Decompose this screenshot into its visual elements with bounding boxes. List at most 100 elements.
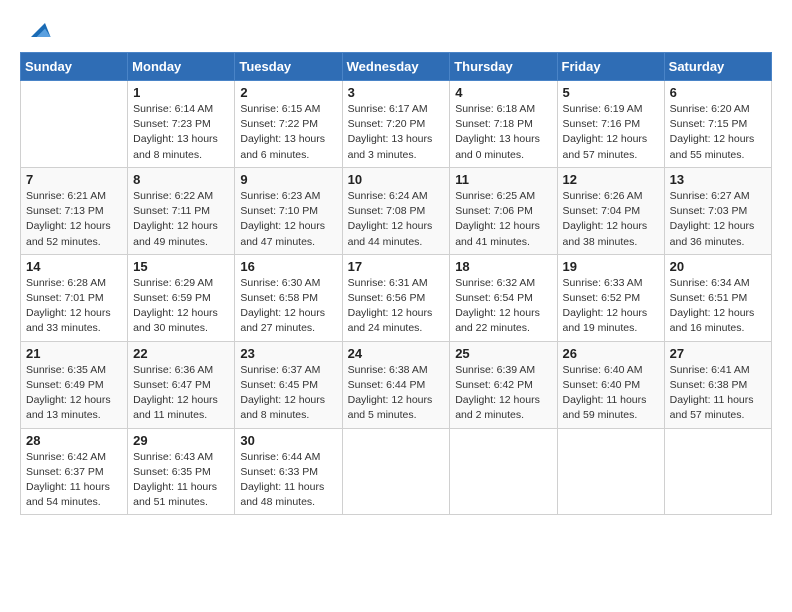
calendar-week-1: 1 Sunrise: 6:14 AMSunset: 7:23 PMDaylight… bbox=[21, 81, 772, 168]
day-info: Sunrise: 6:27 AMSunset: 7:03 PMDaylight:… bbox=[670, 189, 766, 250]
logo-icon bbox=[24, 16, 52, 44]
calendar-cell: 30 Sunrise: 6:44 AMSunset: 6:33 PMDayligh… bbox=[235, 428, 342, 515]
day-info: Sunrise: 6:32 AMSunset: 6:54 PMDaylight:… bbox=[455, 276, 551, 337]
calendar-header-sunday: Sunday bbox=[21, 53, 128, 81]
day-number: 25 bbox=[455, 346, 551, 361]
day-info: Sunrise: 6:19 AMSunset: 7:16 PMDaylight:… bbox=[563, 102, 659, 163]
day-number: 29 bbox=[133, 433, 229, 448]
calendar-cell: 5 Sunrise: 6:19 AMSunset: 7:16 PMDaylight… bbox=[557, 81, 664, 168]
day-info: Sunrise: 6:20 AMSunset: 7:15 PMDaylight:… bbox=[670, 102, 766, 163]
calendar-cell: 12 Sunrise: 6:26 AMSunset: 7:04 PMDayligh… bbox=[557, 167, 664, 254]
calendar-cell: 28Sunrise: 6:42 AMSunset: 6:37 PMDayligh… bbox=[21, 428, 128, 515]
calendar-cell: 27Sunrise: 6:41 AMSunset: 6:38 PMDayligh… bbox=[664, 341, 771, 428]
day-info: Sunrise: 6:23 AMSunset: 7:10 PMDaylight:… bbox=[240, 189, 336, 250]
calendar-cell: 24 Sunrise: 6:38 AMSunset: 6:44 PMDayligh… bbox=[342, 341, 450, 428]
calendar-cell: 1 Sunrise: 6:14 AMSunset: 7:23 PMDaylight… bbox=[128, 81, 235, 168]
calendar-week-5: 28Sunrise: 6:42 AMSunset: 6:37 PMDayligh… bbox=[21, 428, 772, 515]
calendar-cell: 11 Sunrise: 6:25 AMSunset: 7:06 PMDayligh… bbox=[450, 167, 557, 254]
day-info: Sunrise: 6:17 AMSunset: 7:20 PMDaylight:… bbox=[348, 102, 445, 163]
calendar-week-4: 21Sunrise: 6:35 AMSunset: 6:49 PMDayligh… bbox=[21, 341, 772, 428]
day-info: Sunrise: 6:15 AMSunset: 7:22 PMDaylight:… bbox=[240, 102, 336, 163]
day-info: Sunrise: 6:39 AMSunset: 6:42 PMDaylight:… bbox=[455, 363, 551, 424]
day-number: 14 bbox=[26, 259, 122, 274]
logo bbox=[20, 16, 52, 44]
calendar-cell: 4 Sunrise: 6:18 AMSunset: 7:18 PMDaylight… bbox=[450, 81, 557, 168]
calendar-cell: 15 Sunrise: 6:29 AMSunset: 6:59 PMDayligh… bbox=[128, 254, 235, 341]
day-number: 23 bbox=[240, 346, 336, 361]
calendar-cell: 16 Sunrise: 6:30 AMSunset: 6:58 PMDayligh… bbox=[235, 254, 342, 341]
calendar-header-thursday: Thursday bbox=[450, 53, 557, 81]
day-info: Sunrise: 6:30 AMSunset: 6:58 PMDaylight:… bbox=[240, 276, 336, 337]
calendar-cell: 18Sunrise: 6:32 AMSunset: 6:54 PMDayligh… bbox=[450, 254, 557, 341]
calendar-cell: 23 Sunrise: 6:37 AMSunset: 6:45 PMDayligh… bbox=[235, 341, 342, 428]
calendar-header-monday: Monday bbox=[128, 53, 235, 81]
calendar-header-row: SundayMondayTuesdayWednesdayThursdayFrid… bbox=[21, 53, 772, 81]
day-info: Sunrise: 6:25 AMSunset: 7:06 PMDaylight:… bbox=[455, 189, 551, 250]
calendar: SundayMondayTuesdayWednesdayThursdayFrid… bbox=[20, 52, 772, 515]
calendar-cell: 13 Sunrise: 6:27 AMSunset: 7:03 PMDayligh… bbox=[664, 167, 771, 254]
calendar-cell: 8 Sunrise: 6:22 AMSunset: 7:11 PMDaylight… bbox=[128, 167, 235, 254]
day-number: 21 bbox=[26, 346, 122, 361]
day-number: 10 bbox=[348, 172, 445, 187]
day-number: 20 bbox=[670, 259, 766, 274]
day-info: Sunrise: 6:29 AMSunset: 6:59 PMDaylight:… bbox=[133, 276, 229, 337]
day-number: 6 bbox=[670, 85, 766, 100]
calendar-week-3: 14 Sunrise: 6:28 AMSunset: 7:01 PMDayligh… bbox=[21, 254, 772, 341]
day-info: Sunrise: 6:44 AMSunset: 6:33 PMDaylight:… bbox=[240, 450, 336, 511]
calendar-cell: 17 Sunrise: 6:31 AMSunset: 6:56 PMDayligh… bbox=[342, 254, 450, 341]
calendar-cell: 22Sunrise: 6:36 AMSunset: 6:47 PMDayligh… bbox=[128, 341, 235, 428]
day-number: 16 bbox=[240, 259, 336, 274]
calendar-week-2: 7 Sunrise: 6:21 AMSunset: 7:13 PMDaylight… bbox=[21, 167, 772, 254]
calendar-cell: 6 Sunrise: 6:20 AMSunset: 7:15 PMDaylight… bbox=[664, 81, 771, 168]
day-info: Sunrise: 6:38 AMSunset: 6:44 PMDaylight:… bbox=[348, 363, 445, 424]
day-info: Sunrise: 6:37 AMSunset: 6:45 PMDaylight:… bbox=[240, 363, 336, 424]
day-number: 15 bbox=[133, 259, 229, 274]
day-info: Sunrise: 6:43 AMSunset: 6:35 PMDaylight:… bbox=[133, 450, 229, 511]
day-number: 26 bbox=[563, 346, 659, 361]
day-number: 17 bbox=[348, 259, 445, 274]
calendar-cell: 2 Sunrise: 6:15 AMSunset: 7:22 PMDaylight… bbox=[235, 81, 342, 168]
calendar-cell: 19 Sunrise: 6:33 AMSunset: 6:52 PMDayligh… bbox=[557, 254, 664, 341]
calendar-cell: 10 Sunrise: 6:24 AMSunset: 7:08 PMDayligh… bbox=[342, 167, 450, 254]
day-number: 11 bbox=[455, 172, 551, 187]
day-number: 27 bbox=[670, 346, 766, 361]
calendar-header-tuesday: Tuesday bbox=[235, 53, 342, 81]
day-number: 3 bbox=[348, 85, 445, 100]
calendar-cell bbox=[342, 428, 450, 515]
calendar-cell: 25 Sunrise: 6:39 AMSunset: 6:42 PMDayligh… bbox=[450, 341, 557, 428]
day-number: 28 bbox=[26, 433, 122, 448]
day-info: Sunrise: 6:14 AMSunset: 7:23 PMDaylight:… bbox=[133, 102, 229, 163]
day-number: 19 bbox=[563, 259, 659, 274]
day-info: Sunrise: 6:40 AMSunset: 6:40 PMDaylight:… bbox=[563, 363, 659, 424]
day-number: 5 bbox=[563, 85, 659, 100]
day-number: 30 bbox=[240, 433, 336, 448]
day-number: 2 bbox=[240, 85, 336, 100]
day-number: 13 bbox=[670, 172, 766, 187]
day-info: Sunrise: 6:18 AMSunset: 7:18 PMDaylight:… bbox=[455, 102, 551, 163]
day-info: Sunrise: 6:21 AMSunset: 7:13 PMDaylight:… bbox=[26, 189, 122, 250]
calendar-cell: 9 Sunrise: 6:23 AMSunset: 7:10 PMDaylight… bbox=[235, 167, 342, 254]
day-info: Sunrise: 6:26 AMSunset: 7:04 PMDaylight:… bbox=[563, 189, 659, 250]
day-number: 1 bbox=[133, 85, 229, 100]
calendar-cell: 21Sunrise: 6:35 AMSunset: 6:49 PMDayligh… bbox=[21, 341, 128, 428]
day-number: 7 bbox=[26, 172, 122, 187]
day-info: Sunrise: 6:31 AMSunset: 6:56 PMDaylight:… bbox=[348, 276, 445, 337]
day-number: 8 bbox=[133, 172, 229, 187]
day-number: 9 bbox=[240, 172, 336, 187]
calendar-cell: 29 Sunrise: 6:43 AMSunset: 6:35 PMDayligh… bbox=[128, 428, 235, 515]
day-info: Sunrise: 6:33 AMSunset: 6:52 PMDaylight:… bbox=[563, 276, 659, 337]
calendar-cell bbox=[21, 81, 128, 168]
calendar-header-friday: Friday bbox=[557, 53, 664, 81]
calendar-cell: 26 Sunrise: 6:40 AMSunset: 6:40 PMDayligh… bbox=[557, 341, 664, 428]
calendar-header-wednesday: Wednesday bbox=[342, 53, 450, 81]
calendar-cell: 20Sunrise: 6:34 AMSunset: 6:51 PMDayligh… bbox=[664, 254, 771, 341]
day-number: 4 bbox=[455, 85, 551, 100]
day-info: Sunrise: 6:22 AMSunset: 7:11 PMDaylight:… bbox=[133, 189, 229, 250]
day-number: 24 bbox=[348, 346, 445, 361]
day-number: 12 bbox=[563, 172, 659, 187]
header bbox=[20, 16, 772, 44]
day-info: Sunrise: 6:24 AMSunset: 7:08 PMDaylight:… bbox=[348, 189, 445, 250]
day-info: Sunrise: 6:28 AMSunset: 7:01 PMDaylight:… bbox=[26, 276, 122, 337]
calendar-cell bbox=[450, 428, 557, 515]
calendar-cell bbox=[664, 428, 771, 515]
